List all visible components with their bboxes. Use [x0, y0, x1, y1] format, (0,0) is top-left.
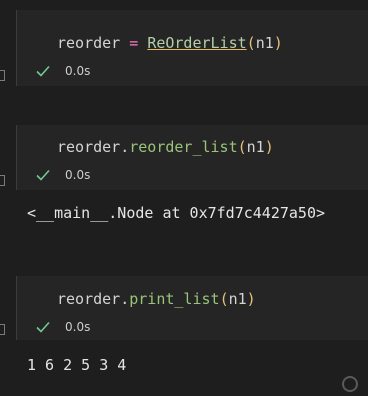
code-cell-1[interactable]: reorder = ReOrderList(n1) 0.0s [16, 10, 368, 86]
code-token-class: ReOrderList [147, 34, 247, 52]
code-token-dot: . [120, 138, 130, 156]
code-token-argument: n1 [228, 290, 247, 308]
check-icon [36, 321, 50, 333]
code-token-method: reorder_list [129, 138, 238, 156]
cell-1-status: 0.0s [35, 63, 90, 79]
watermark-logo-icon [342, 376, 358, 392]
code-token-paren-close: ) [264, 138, 274, 156]
cell-2-output: <__main__.Node at 0x7fd7c4427a50> [27, 204, 326, 222]
code-token-dot: . [120, 290, 130, 308]
cell-1-code[interactable]: reorder = ReOrderList(n1) [57, 34, 283, 52]
code-token-object: reorder [57, 138, 121, 156]
code-token-paren-open: ( [237, 138, 247, 156]
cell-3-output: 1 6 2 5 3 4 [27, 356, 127, 374]
cell-1-collapse-handle[interactable] [0, 70, 5, 81]
cell-3-status: 0.0s [35, 319, 90, 335]
code-token-object: reorder [57, 290, 121, 308]
code-token-paren-close: ) [246, 290, 256, 308]
cell-2-collapse-handle[interactable] [0, 175, 5, 186]
code-token-argument: n1 [246, 138, 265, 156]
code-token-paren-open: ( [219, 290, 229, 308]
cell-3-collapse-handle[interactable] [0, 324, 5, 335]
code-token-variable: reorder [57, 34, 121, 52]
code-token-argument: n1 [255, 34, 274, 52]
execution-time: 0.0s [65, 168, 91, 182]
code-token-paren-close: ) [273, 34, 283, 52]
cell-2-status: 0.0s [35, 167, 90, 183]
check-icon [36, 65, 50, 77]
cell-2-code[interactable]: reorder.reorder_list(n1) [57, 138, 274, 156]
execution-time: 0.0s [65, 64, 91, 78]
code-cell-3[interactable]: reorder.print_list(n1) 0.0s [16, 276, 368, 340]
code-token-operator: = [129, 34, 139, 52]
code-token-paren-open: ( [246, 34, 256, 52]
code-token-method: print_list [129, 290, 220, 308]
cell-3-code[interactable]: reorder.print_list(n1) [57, 290, 256, 308]
watermark [342, 376, 362, 392]
check-icon [36, 169, 50, 181]
execution-time: 0.0s [65, 320, 91, 334]
code-cell-2[interactable]: reorder.reorder_list(n1) 0.0s [16, 125, 368, 190]
